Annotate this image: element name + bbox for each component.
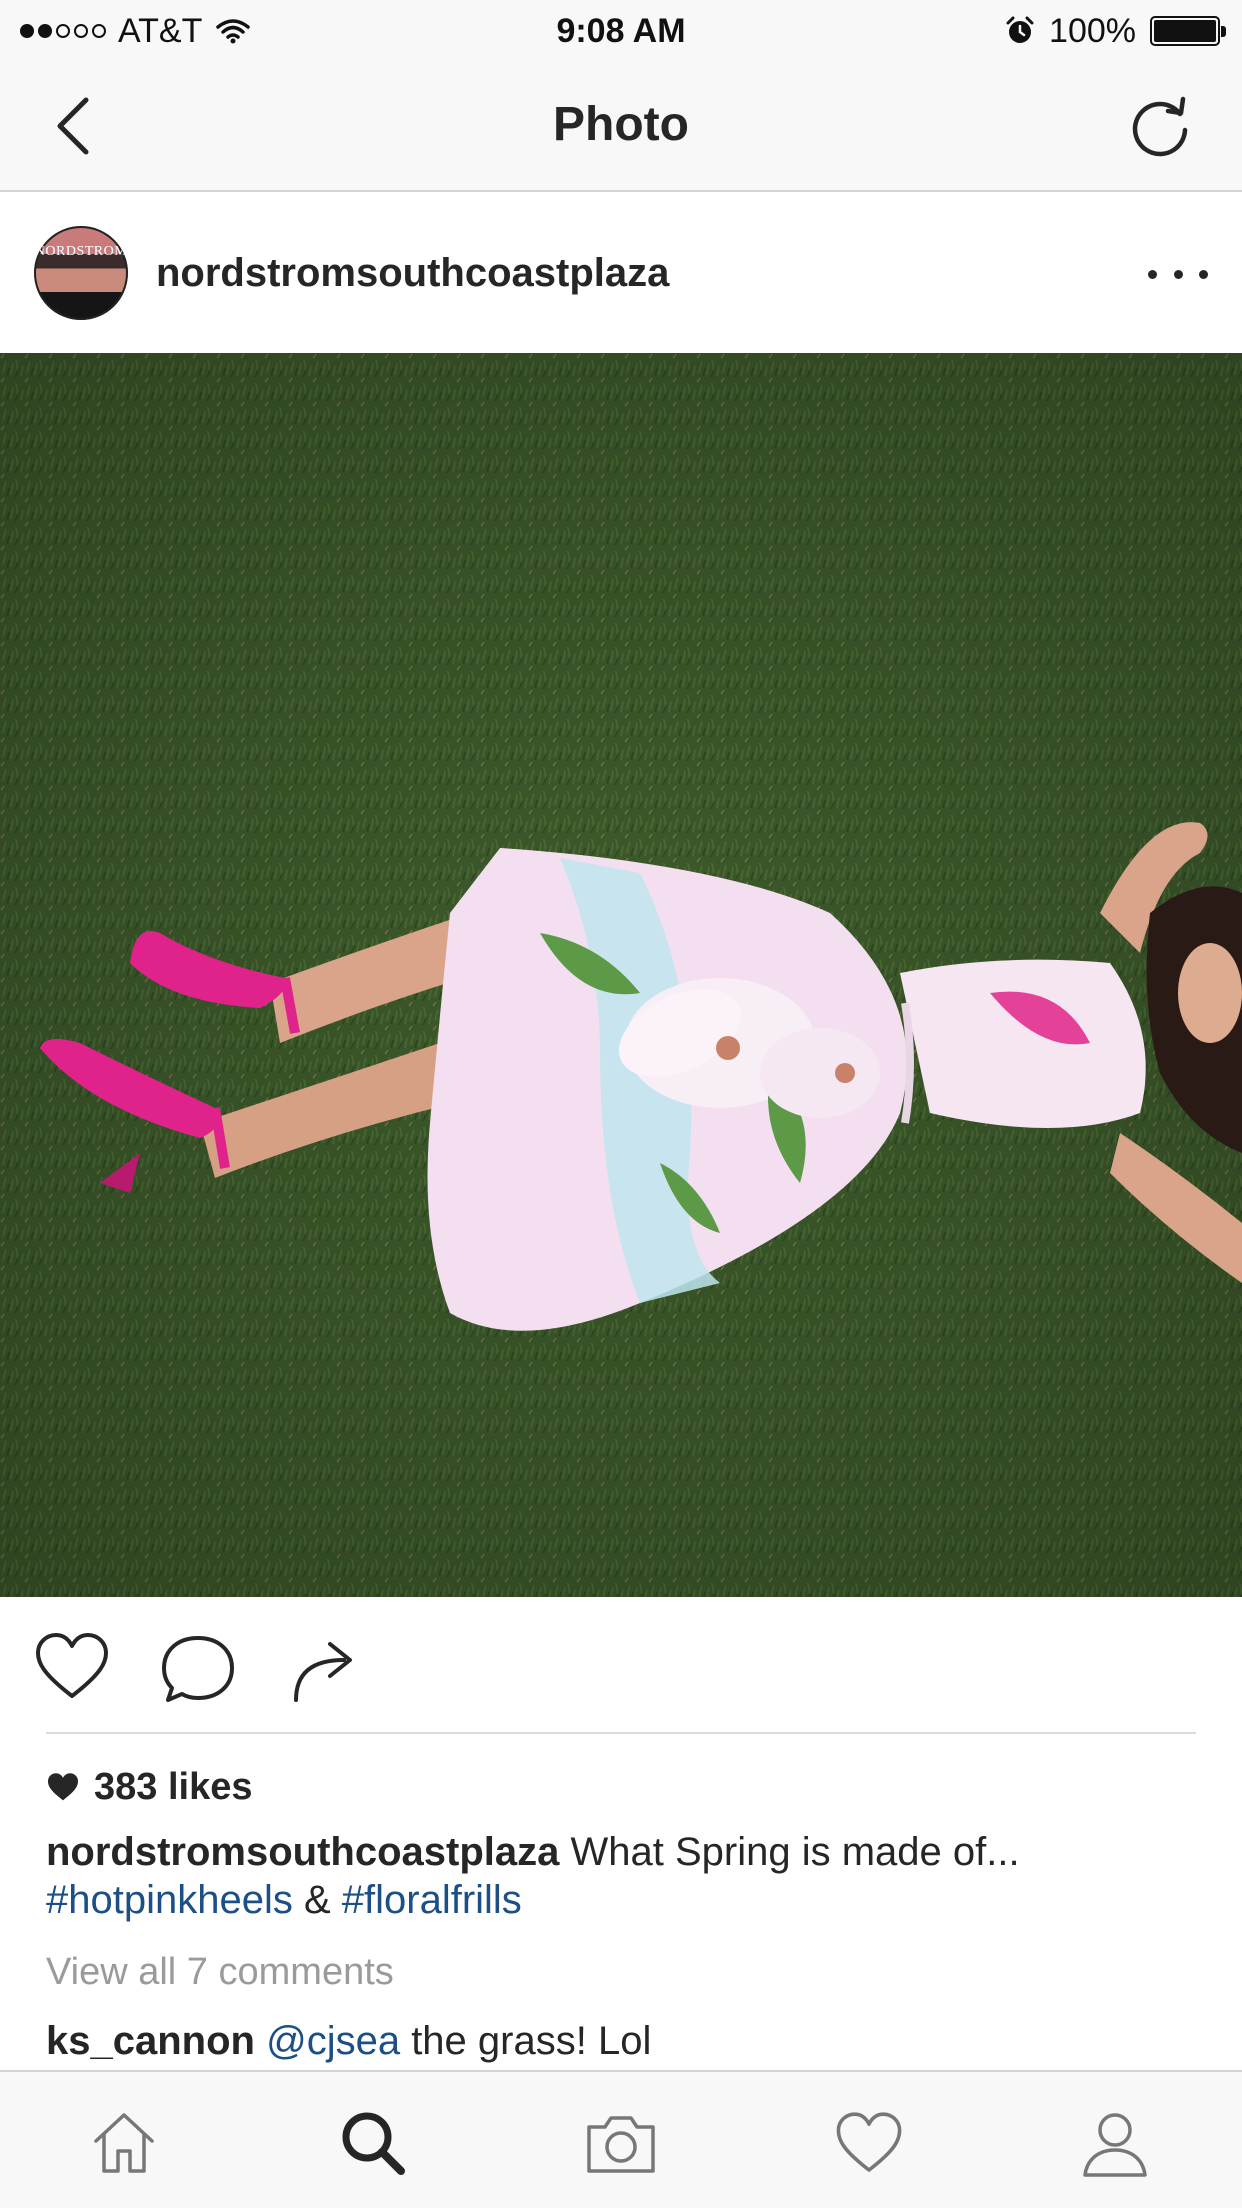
status-right: 100% bbox=[1005, 10, 1226, 52]
action-divider bbox=[46, 1732, 1196, 1734]
tab-profile[interactable] bbox=[1072, 2100, 1158, 2186]
photo-image bbox=[0, 353, 1242, 1597]
comment-mention[interactable]: @cjsea bbox=[266, 2019, 400, 2063]
more-options-icon[interactable] bbox=[1148, 254, 1208, 294]
like-heart-icon[interactable] bbox=[32, 1628, 112, 1708]
likes-label: 383 likes bbox=[94, 1765, 253, 1808]
page-title: Photo bbox=[553, 98, 689, 151]
battery-percent: 100% bbox=[1049, 11, 1136, 50]
tab-search[interactable] bbox=[330, 2100, 416, 2186]
hashtag-link[interactable]: #hotpinkheels bbox=[46, 1878, 293, 1922]
tab-camera[interactable] bbox=[578, 2100, 664, 2186]
post-photo[interactable] bbox=[0, 353, 1242, 1597]
heart-icon bbox=[48, 1773, 78, 1801]
share-icon[interactable] bbox=[286, 1630, 366, 1710]
refresh-icon[interactable] bbox=[1124, 90, 1196, 162]
view-all-comments-link[interactable]: View all 7 comments bbox=[46, 1948, 394, 1996]
alarm-icon bbox=[1006, 16, 1034, 43]
caption-separator: & bbox=[292, 1878, 342, 1922]
comment-row: ks_cannon @cjsea the grass! Lol bbox=[46, 2017, 651, 2065]
avatar[interactable]: NORDSTROM bbox=[34, 226, 128, 320]
avatar-logo-text: NORDSTROM bbox=[34, 244, 128, 259]
battery-icon bbox=[1150, 16, 1226, 46]
comment-text: the grass! Lol bbox=[400, 2019, 652, 2063]
comment-username[interactable]: ks_cannon bbox=[46, 2019, 255, 2063]
likes-count[interactable]: 383 likes bbox=[46, 1762, 252, 1812]
camera-icon bbox=[587, 2116, 655, 2173]
hashtag-link[interactable]: #floralfrills bbox=[342, 1878, 522, 1922]
caption-username[interactable]: nordstromsouthcoastplaza bbox=[46, 1830, 559, 1874]
tab-activity[interactable] bbox=[826, 2100, 912, 2186]
post-caption: nordstromsouthcoastplaza What Spring is … bbox=[46, 1828, 1206, 1924]
person-icon bbox=[1083, 2113, 1147, 2177]
caption-text: What Spring is made of... bbox=[559, 1830, 1020, 1874]
comment-icon[interactable] bbox=[158, 1630, 238, 1710]
post-username[interactable]: nordstromsouthcoastplaza bbox=[156, 248, 669, 298]
search-icon bbox=[342, 2112, 405, 2175]
heart-icon bbox=[836, 2112, 902, 2172]
home-icon bbox=[94, 2113, 154, 2173]
tab-home[interactable] bbox=[81, 2100, 167, 2186]
